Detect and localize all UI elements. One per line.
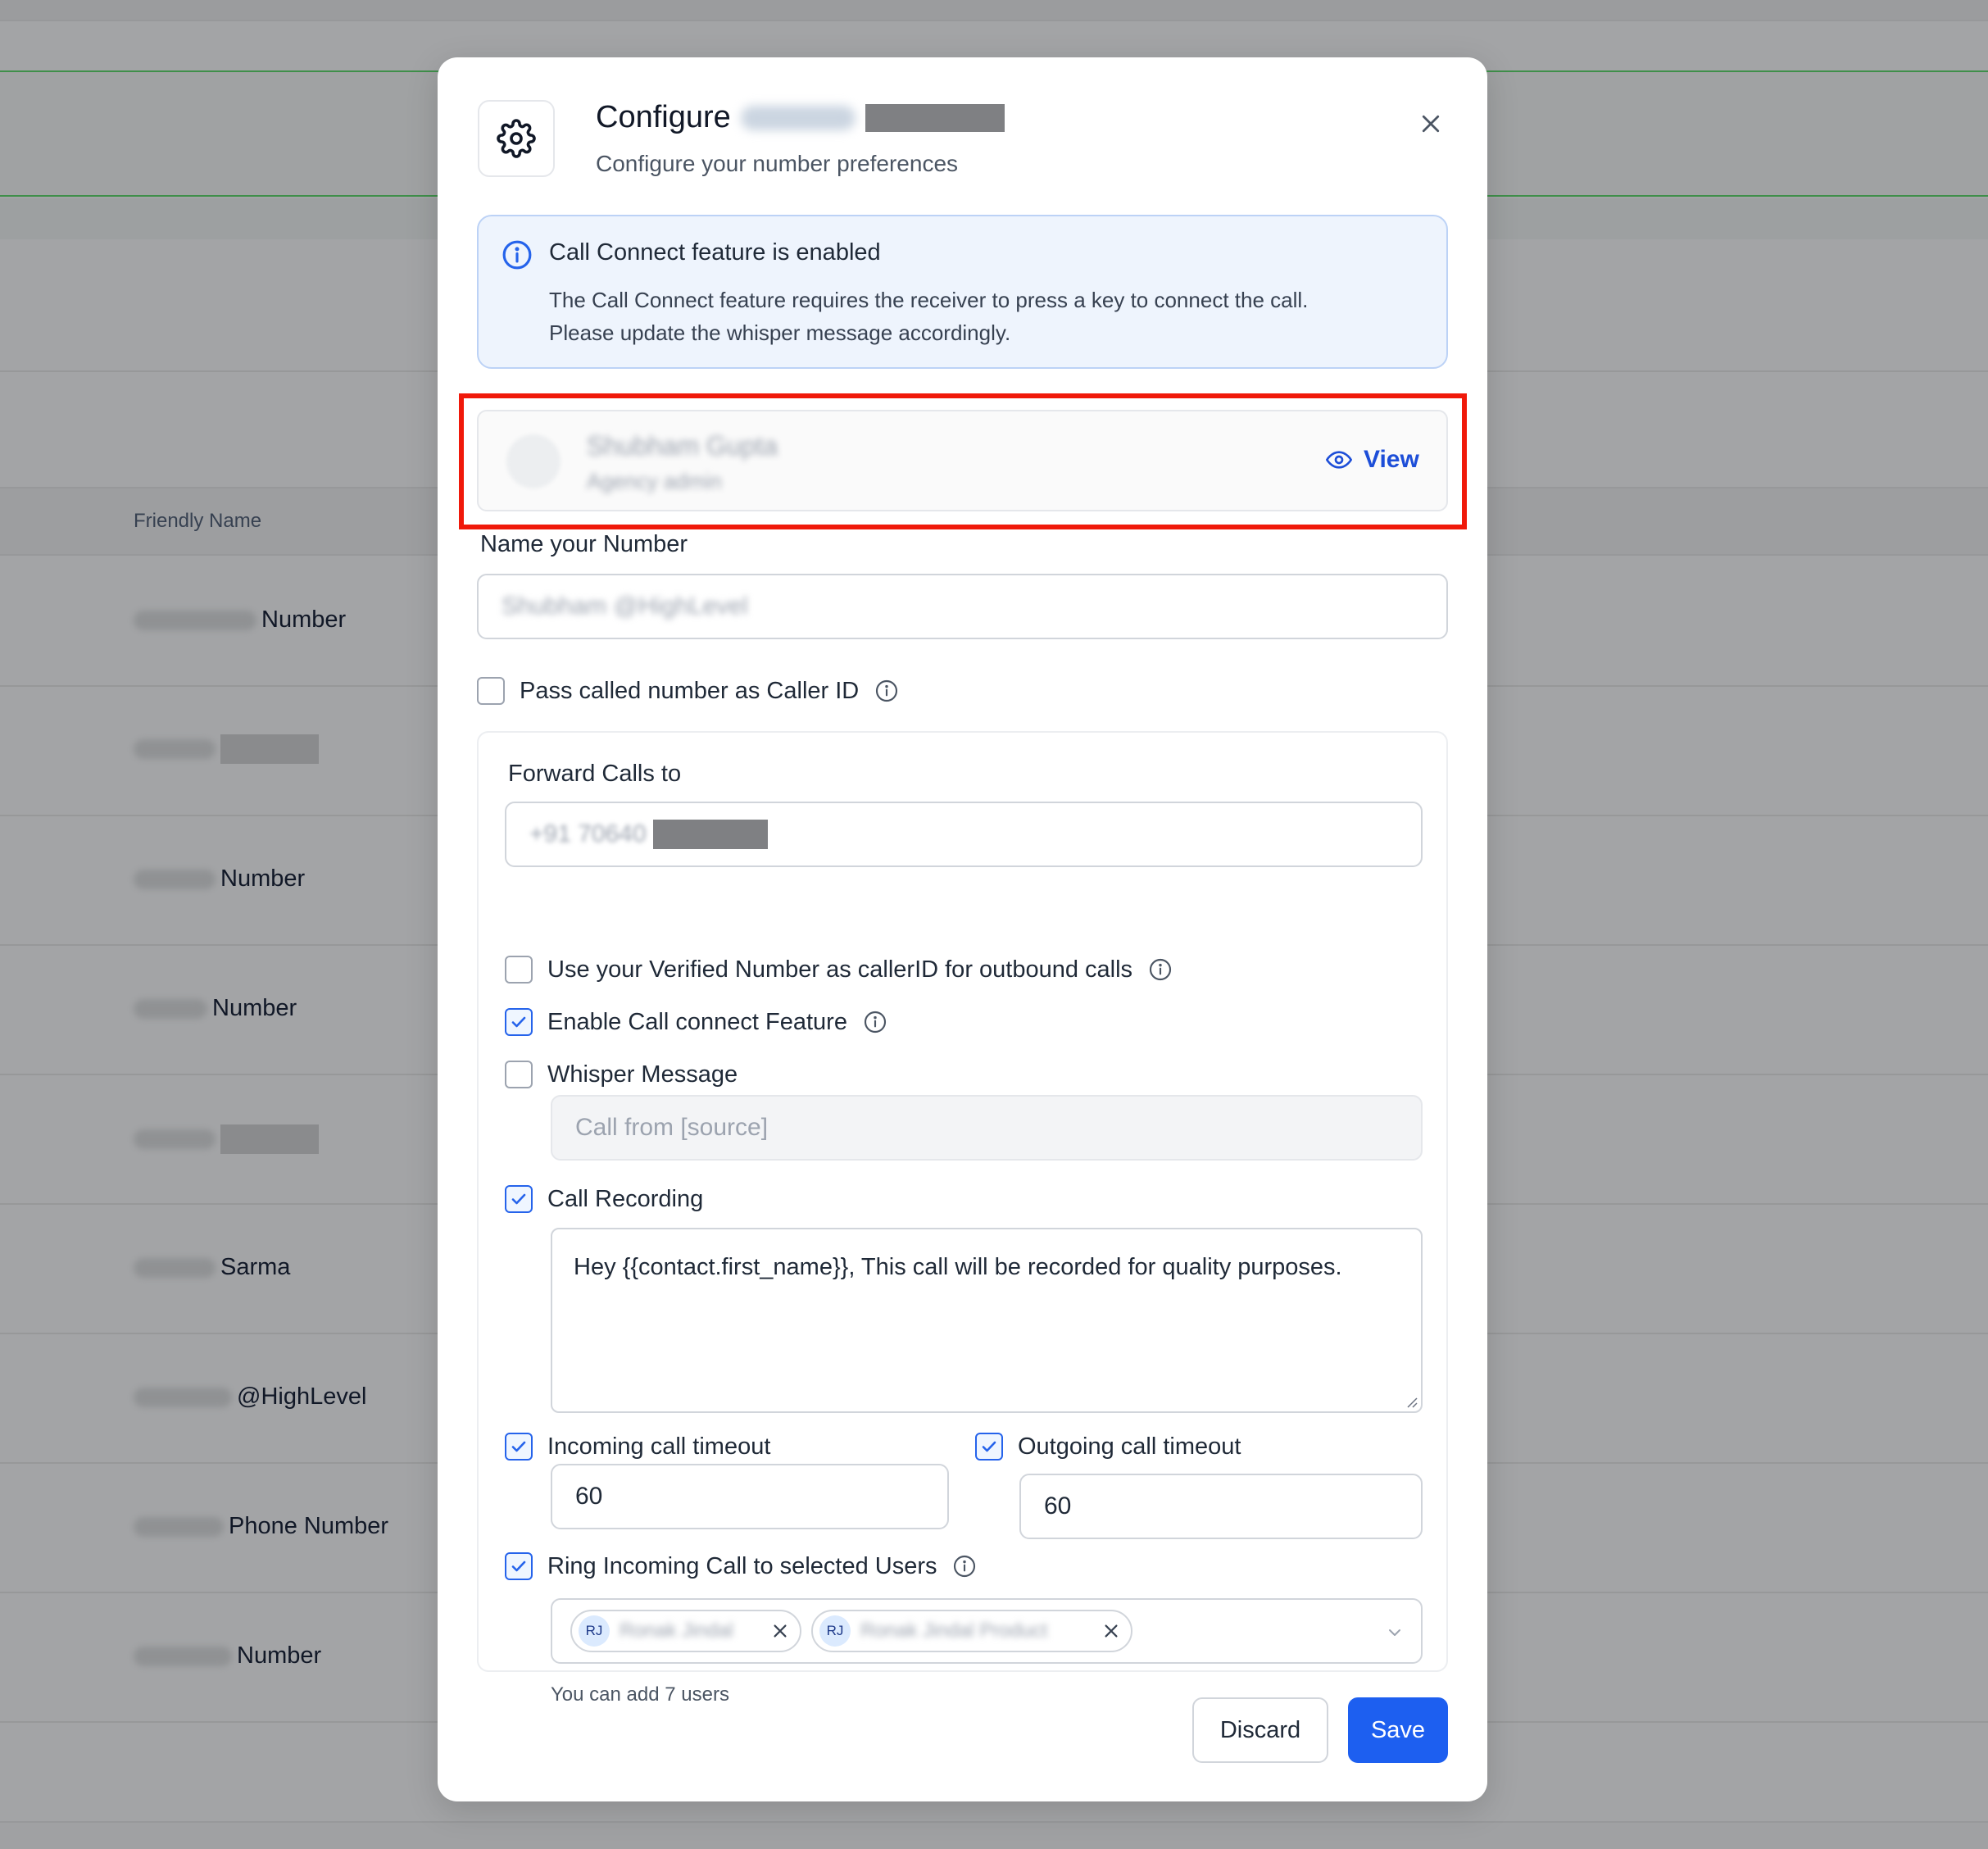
call-connect-row: Enable Call connect Feature — [505, 1008, 888, 1036]
call-recording-checkbox[interactable] — [505, 1185, 533, 1213]
name-number-input[interactable]: Shubham @HighLevel — [477, 574, 1448, 639]
alert-title: Call Connect feature is enabled — [549, 239, 881, 266]
info-icon[interactable] — [951, 1553, 978, 1579]
redacted-text — [134, 1129, 216, 1149]
verified-callerid-checkbox[interactable] — [505, 956, 533, 984]
close-icon — [774, 1624, 787, 1638]
name-number-label: Name your Number — [480, 531, 688, 557]
recording-message-textarea[interactable]: Hey {{contact.first_name}}, This call wi… — [551, 1228, 1423, 1413]
incoming-timeout-row: Incoming call timeout — [505, 1433, 770, 1461]
info-icon — [502, 240, 532, 270]
discard-button[interactable]: Discard — [1192, 1697, 1328, 1763]
incoming-timeout-checkbox[interactable] — [505, 1433, 533, 1461]
user-chip: RJ Ronak Jindal — [570, 1610, 801, 1652]
table-row[interactable]: Sarma — [134, 1254, 290, 1281]
info-icon[interactable] — [1147, 956, 1173, 983]
call-recording-row: Call Recording — [505, 1185, 703, 1213]
call-connect-checkbox[interactable] — [505, 1008, 533, 1036]
table-row[interactable] — [134, 1124, 319, 1154]
pass-caller-id-checkbox[interactable] — [477, 677, 505, 705]
checkmark-icon — [511, 1561, 526, 1572]
close-icon — [1105, 1624, 1118, 1638]
redaction-box — [220, 734, 319, 764]
forward-number-value: +91 70640 — [529, 820, 647, 847]
remove-user-button[interactable] — [1100, 1620, 1123, 1642]
redacted-text — [134, 739, 216, 759]
whisper-placeholder: Call from [source] — [575, 1114, 769, 1141]
forward-calls-label: Forward Calls to — [508, 761, 682, 787]
table-row[interactable]: Number — [134, 995, 297, 1022]
table-row[interactable] — [134, 734, 319, 764]
verified-callerid-row: Use your Verified Number as callerID for… — [505, 956, 1173, 984]
outgoing-timeout-input[interactable]: 60 — [1019, 1474, 1423, 1539]
redacted-text — [134, 869, 216, 889]
user-chip-name: Ronak Jindal — [620, 1620, 733, 1642]
close-button[interactable] — [1412, 105, 1450, 143]
forward-calls-input[interactable]: +91 70640 — [505, 802, 1423, 867]
chevron-down-icon[interactable] — [1385, 1623, 1405, 1642]
column-header-friendly-name: Friendly Name — [134, 510, 262, 532]
redacted-text — [134, 1646, 232, 1666]
whisper-row: Whisper Message — [505, 1061, 738, 1088]
table-row[interactable]: Phone Number — [134, 1513, 388, 1540]
table-row[interactable]: Number — [134, 865, 305, 893]
redacted-text — [740, 105, 856, 130]
ring-users-row: Ring Incoming Call to selected Users — [505, 1552, 978, 1580]
checkmark-icon — [511, 1193, 526, 1205]
outgoing-timeout-checkbox[interactable] — [975, 1433, 1003, 1461]
user-chip-name: Ronak Jindal Product — [860, 1620, 1048, 1642]
alert-body: The Call Connect feature requires the re… — [549, 288, 1309, 345]
info-icon[interactable] — [874, 678, 900, 704]
redacted-text — [134, 1257, 216, 1278]
highlight-box — [459, 393, 1467, 529]
settings-icon-box — [478, 100, 555, 177]
table-row[interactable]: @HighLevel — [134, 1383, 366, 1411]
checkmark-icon — [511, 1016, 526, 1028]
bottom-bar — [0, 1821, 1988, 1849]
table-row[interactable]: Number — [134, 1642, 321, 1670]
top-bar — [0, 0, 1988, 21]
ring-users-checkbox[interactable] — [505, 1552, 533, 1580]
pass-caller-id-row: Pass called number as Caller ID — [477, 677, 900, 705]
user-chip: RJ Ronak Jindal Product — [811, 1610, 1132, 1652]
modal-subtitle: Configure your number preferences — [596, 151, 959, 176]
forward-calls-panel: Forward Calls to +91 70640 Use your Veri… — [477, 731, 1448, 1706]
redacted-text — [134, 610, 256, 630]
save-button[interactable]: Save — [1348, 1697, 1448, 1763]
info-icon[interactable] — [862, 1009, 888, 1035]
incoming-timeout-input[interactable]: 60 — [551, 1464, 949, 1529]
redaction-box — [652, 820, 768, 849]
users-hint: You can add 7 users — [551, 1683, 729, 1706]
resize-handle-icon[interactable] — [1403, 1393, 1418, 1408]
table-row[interactable]: Number — [134, 606, 346, 634]
outgoing-timeout-row: Outgoing call timeout — [975, 1433, 1241, 1461]
whisper-checkbox[interactable] — [505, 1061, 533, 1088]
redacted-text — [134, 1516, 224, 1537]
checkmark-icon — [982, 1441, 996, 1452]
whisper-input[interactable]: Call from [source] — [551, 1095, 1423, 1161]
gear-icon — [497, 119, 536, 158]
modal-title: Configure — [596, 100, 1005, 135]
call-connect-alert: Call Connect feature is enabled The Call… — [477, 215, 1448, 369]
redacted-text — [134, 998, 207, 1019]
avatar: RJ — [579, 1615, 610, 1647]
users-select[interactable]: RJ Ronak Jindal RJ Ronak Jindal Product — [551, 1598, 1423, 1664]
remove-user-button[interactable] — [769, 1620, 792, 1642]
redacted-text — [134, 1387, 232, 1407]
redaction-box — [220, 1124, 319, 1154]
avatar: RJ — [819, 1615, 851, 1647]
close-icon — [1422, 115, 1440, 133]
redaction-box — [865, 103, 1005, 132]
name-number-value: Shubham @HighLevel — [502, 593, 748, 620]
configure-modal: Configure Configure your number preferen… — [438, 57, 1487, 1801]
checkmark-icon — [511, 1441, 526, 1452]
